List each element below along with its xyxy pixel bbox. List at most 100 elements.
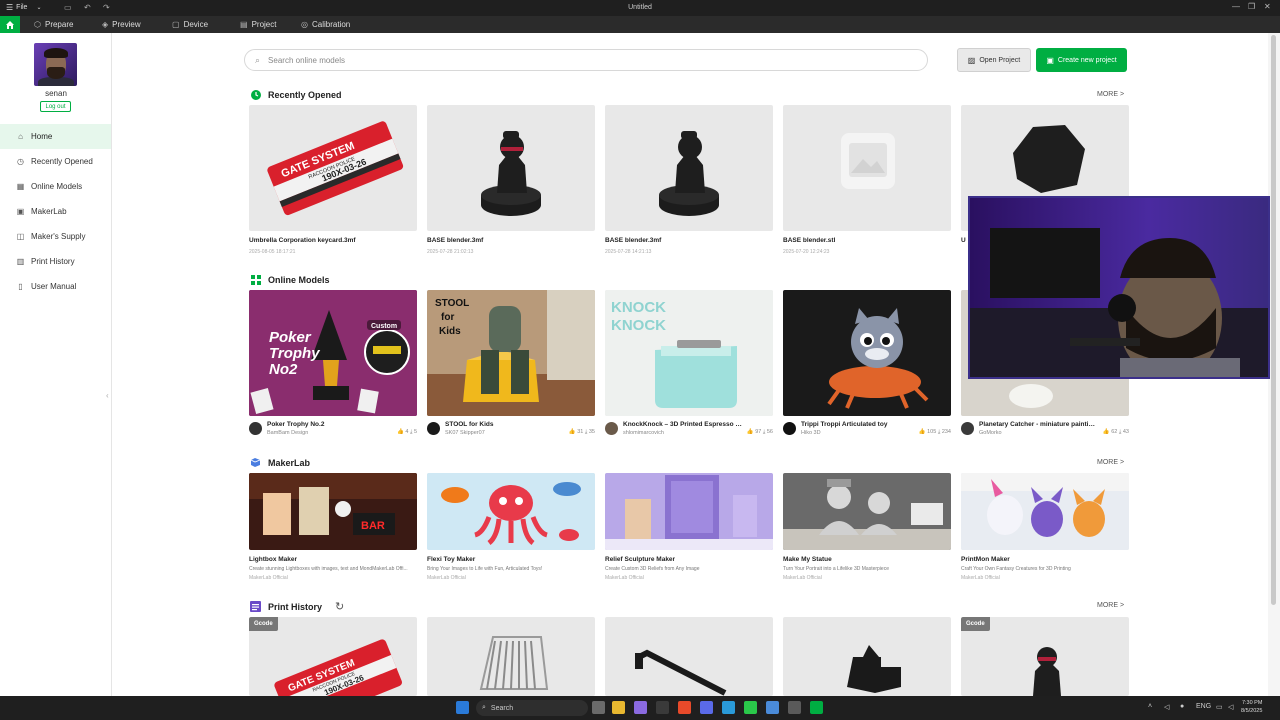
- app-icon[interactable]: [766, 701, 779, 714]
- minimize-icon[interactable]: —: [1232, 2, 1240, 11]
- download-count: 5: [413, 429, 417, 435]
- sidebar-item-online-models[interactable]: ▦ Online Models: [0, 174, 111, 199]
- history-card[interactable]: Gcode: [961, 617, 1129, 696]
- chevron-up-icon[interactable]: ˄: [1148, 703, 1152, 710]
- sidebar-item-makers-supply[interactable]: ◫ Maker's Supply: [0, 224, 111, 249]
- tab-device[interactable]: ▢ Device: [172, 20, 208, 29]
- makerlab-card[interactable]: Flexi Toy Maker Bring Your Images to Lif…: [427, 473, 595, 581]
- download-icon: ⤓: [937, 429, 941, 435]
- save-icon[interactable]: ▭: [64, 3, 72, 12]
- gcode-badge: Gcode: [961, 617, 990, 631]
- online-model-card[interactable]: Trippi Troppi Articulated toy Hiko 3D 👍 …: [783, 290, 951, 436]
- clock[interactable]: 7:30 PM 8/5/2025: [1241, 699, 1262, 715]
- tab-home[interactable]: [0, 16, 20, 33]
- recent-more-link[interactable]: MORE >: [1097, 91, 1124, 98]
- speaker-icon[interactable]: ◁: [1228, 703, 1233, 711]
- online-model-card[interactable]: KNOCK KNOCK KnockKnock – 3D Printed Espr…: [605, 290, 773, 436]
- section-recently-opened: Recently Opened: [250, 89, 342, 100]
- history-card[interactable]: [427, 617, 595, 696]
- file-explorer-icon[interactable]: [612, 701, 625, 714]
- makerlab-thumbnail: [427, 473, 595, 550]
- app-icon[interactable]: [788, 701, 801, 714]
- sidebar-item-label: Recently Opened: [31, 157, 93, 166]
- makerlab-card[interactable]: Make My Statue Turn Your Portrait into a…: [783, 473, 951, 581]
- tab-preview[interactable]: ◈ Preview: [102, 20, 141, 29]
- search-bar[interactable]: ⌕: [244, 49, 928, 71]
- recent-card[interactable]: BASE blender.3mf 2025-07-28 14:21:13: [605, 105, 773, 255]
- tab-calibration[interactable]: ◎ Calibration: [301, 20, 350, 29]
- avatar[interactable]: [34, 43, 77, 86]
- grid-icon: [250, 274, 261, 285]
- taskview-icon[interactable]: [592, 701, 605, 714]
- sidebar-item-recently-opened[interactable]: ◷ Recently Opened: [0, 149, 111, 174]
- create-project-button[interactable]: ▣ Create new project: [1036, 48, 1127, 72]
- sidebar-collapse-icon[interactable]: ‹: [106, 391, 109, 400]
- card-description: Bring Your Images to Life with Fun, Arti…: [427, 566, 543, 572]
- sidebar-item-makerlab[interactable]: ▣ MakerLab: [0, 199, 111, 224]
- sidebar-item-user-manual[interactable]: ▯ User Manual: [0, 274, 111, 299]
- section-title: Online Models: [268, 274, 330, 285]
- card-title: Poker Trophy No.2: [267, 421, 325, 428]
- sidebar-item-home[interactable]: ⌂ Home: [0, 124, 111, 149]
- open-project-label: Open Project: [979, 56, 1021, 64]
- sidebar: senan Log out ⌂ Home ◷ Recently Opened ▦…: [0, 33, 112, 696]
- history-card[interactable]: GATE SYSTEM RACCOON POLICE 190X-03-26 Gc…: [249, 617, 417, 696]
- makerlab-card[interactable]: Relief Sculpture Maker Create Custom 3D …: [605, 473, 773, 581]
- refresh-icon[interactable]: ↻: [335, 600, 344, 613]
- poker-tag-text: Custom: [371, 323, 397, 330]
- tab-device-label: Device: [183, 20, 209, 29]
- file-menu[interactable]: ☰ File ⌄: [6, 3, 41, 12]
- volume-icon[interactable]: ◁: [1164, 703, 1169, 711]
- sidebar-item-print-history[interactable]: ▥ Print History: [0, 249, 111, 274]
- like-icon: 👍: [918, 429, 926, 435]
- restore-icon[interactable]: ❐: [1248, 2, 1255, 11]
- copilot-icon[interactable]: [634, 701, 647, 714]
- network-icon[interactable]: ▭: [1216, 703, 1223, 711]
- bambu-studio-icon[interactable]: [810, 701, 823, 714]
- undo-icon[interactable]: ↶: [84, 3, 91, 12]
- makerlab-card[interactable]: PrintMon Maker Craft Your Own Fantasy Cr…: [961, 473, 1129, 581]
- recent-card[interactable]: GATE SYSTEM RACCOON POLICE 190X-03-26 Um…: [249, 105, 417, 255]
- download-count: 43: [1122, 429, 1129, 435]
- knock-text-1: KNOCK: [611, 299, 666, 316]
- makerlab-thumbnail: [605, 473, 773, 550]
- online-model-thumbnail: STOOL for Kids: [427, 290, 595, 416]
- open-project-button[interactable]: ▨ Open Project: [957, 48, 1031, 72]
- history-card[interactable]: [605, 617, 773, 696]
- whatsapp-icon[interactable]: [744, 701, 757, 714]
- online-model-card[interactable]: Custom Poker Trophy No2 Poker Trophy No.…: [249, 290, 417, 436]
- makerlab-more-link[interactable]: MORE >: [1097, 459, 1124, 466]
- recent-card[interactable]: BASE blender.stl 2025-07-20 12:24:23: [783, 105, 951, 255]
- history-more-link[interactable]: MORE >: [1097, 602, 1124, 609]
- history-card[interactable]: [783, 617, 951, 696]
- recent-card[interactable]: BASE blender.3mf 2025-07-28 21:02:13: [427, 105, 595, 255]
- close-icon[interactable]: ✕: [1264, 2, 1271, 11]
- clock-icon: ◷: [17, 157, 24, 166]
- scrollbar-thumb[interactable]: [1271, 35, 1276, 605]
- prepare-icon: ⬡: [34, 20, 41, 29]
- store-icon[interactable]: [656, 701, 669, 714]
- language-indicator[interactable]: ENG: [1196, 703, 1211, 710]
- search-icon: ⌕: [255, 54, 261, 65]
- app-icon[interactable]: [722, 701, 735, 714]
- tab-project[interactable]: ▤ Project: [240, 20, 276, 29]
- taskbar-search[interactable]: ⌕ Search: [476, 700, 588, 716]
- window-title: Untitled: [628, 4, 652, 11]
- redo-icon[interactable]: ↷: [103, 3, 110, 12]
- online-model-card[interactable]: STOOL for Kids STOOL for Kids SK07 Skipp…: [427, 290, 595, 436]
- search-input[interactable]: [268, 55, 869, 65]
- start-icon[interactable]: [456, 701, 469, 714]
- like-icon: 👍: [746, 429, 754, 435]
- gcode-badge: Gcode: [249, 617, 278, 631]
- brave-icon[interactable]: [678, 701, 691, 714]
- section-title: Recently Opened: [268, 89, 342, 100]
- logout-button[interactable]: Log out: [40, 101, 71, 112]
- tab-calibration-label: Calibration: [311, 20, 351, 29]
- recent-thumbnail: [783, 105, 951, 231]
- project-icon: ▤: [240, 20, 248, 29]
- makerlab-card[interactable]: BAR Lightbox Maker Create stunning Light…: [249, 473, 417, 581]
- tab-prepare[interactable]: ⬡ Prepare: [34, 20, 73, 29]
- mic-icon[interactable]: ●: [1180, 703, 1184, 710]
- section-online-models: Online Models: [250, 274, 330, 285]
- discord-icon[interactable]: [700, 701, 713, 714]
